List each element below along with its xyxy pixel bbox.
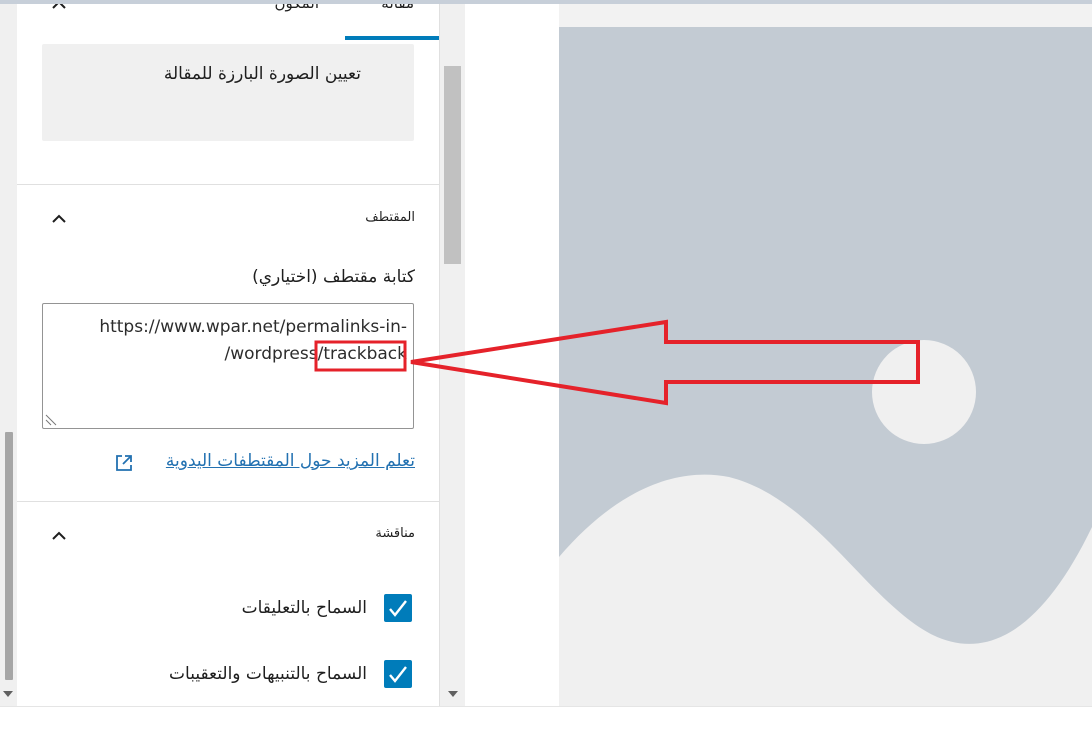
- excerpt-text-line-2: /wordpress/trackback: [224, 344, 407, 364]
- settings-sidebar: مقالة المكون تعيين الصورة البارزة للمقال…: [17, 4, 440, 706]
- page-scrollbar-thumb[interactable]: [5, 432, 13, 680]
- sidebar-scrollbar[interactable]: [440, 4, 465, 706]
- section-divider: [17, 184, 439, 185]
- active-tab-indicator: [345, 36, 439, 40]
- chevron-up-icon[interactable]: [51, 4, 67, 10]
- tab-block[interactable]: المكون: [275, 4, 319, 12]
- excerpt-text-line-1: https://www.wpar.net/permalinks-in-: [99, 317, 407, 337]
- section-divider: [17, 501, 439, 502]
- sidebar-scrollbar-down-arrow[interactable]: [448, 691, 458, 697]
- chevron-up-icon[interactable]: [51, 212, 67, 224]
- page-scrollbar-down-arrow[interactable]: [3, 691, 13, 697]
- allow-comments-checkbox[interactable]: [384, 594, 412, 622]
- excerpt-textarea[interactable]: https://www.wpar.net/permalinks-in- /wor…: [42, 303, 414, 429]
- sidebar-scrollbar-thumb[interactable]: [444, 66, 461, 264]
- tab-post[interactable]: مقالة: [381, 4, 414, 12]
- page-scrollbar[interactable]: [0, 4, 17, 706]
- set-featured-image-button[interactable]: [42, 44, 414, 141]
- learn-more-excerpts-link[interactable]: تعلم المزيد حول المقتطفات اليدوية: [166, 451, 415, 471]
- excerpt-field-label: كتابة مقتطف (اختياري): [252, 267, 415, 287]
- chevron-up-icon[interactable]: [51, 529, 67, 541]
- external-link-icon[interactable]: [114, 453, 134, 473]
- excerpt-section-title[interactable]: المقتطف: [365, 210, 415, 225]
- allow-comments-label[interactable]: السماح بالتعليقات: [242, 598, 367, 618]
- preview-top-strip: [559, 4, 1092, 27]
- sidebar-tabs: مقالة المكون: [17, 4, 439, 40]
- image-placeholder: [559, 27, 1092, 706]
- allow-pingbacks-checkbox[interactable]: [384, 660, 412, 688]
- discussion-section-title[interactable]: مناقشة: [375, 526, 415, 541]
- allow-pingbacks-label[interactable]: السماح بالتنبيهات والتعقيبات: [169, 664, 367, 684]
- window-bottom-border: [0, 706, 1092, 707]
- set-featured-image-label: تعيين الصورة البارزة للمقالة: [163, 64, 361, 84]
- resize-grip-icon[interactable]: [45, 412, 59, 426]
- checkmark-icon: [389, 666, 407, 683]
- featured-image-preview: [559, 4, 1092, 706]
- checkmark-icon: [389, 600, 407, 617]
- image-placeholder-icon: [559, 27, 1092, 706]
